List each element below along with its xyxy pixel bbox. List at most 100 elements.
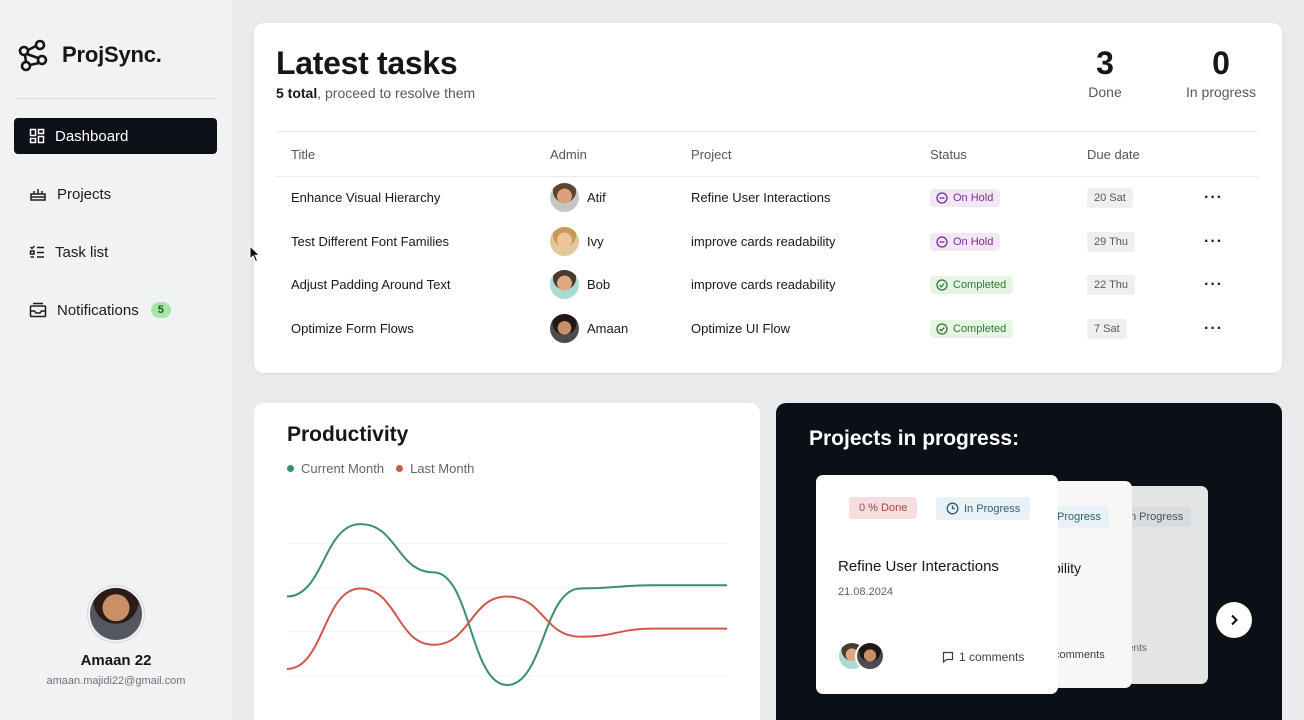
project-name: Refine User Interactions xyxy=(838,558,999,575)
check-circle-icon xyxy=(936,322,948,335)
sidebar: ProjSync. Dashboard Projects Task list N… xyxy=(0,0,232,720)
dashboard-icon xyxy=(29,128,45,144)
task-project: improve cards readability xyxy=(691,277,836,292)
task-status: On Hold xyxy=(930,176,1001,219)
project-comments-label: 1 comments xyxy=(959,650,1025,664)
table-row[interactable]: Test Different Font Families Ivy improve… xyxy=(276,220,1259,263)
stat-in-progress-value: 0 xyxy=(1212,45,1230,81)
avatar xyxy=(88,586,144,642)
chevron-right-icon xyxy=(1231,614,1238,626)
series-line-current-month xyxy=(286,523,727,687)
task-admin: Bob xyxy=(550,263,610,306)
brand-name: ProjSync. xyxy=(62,42,162,67)
task-title: Test Different Font Families xyxy=(291,234,449,249)
row-more-button[interactable]: ··· xyxy=(1204,307,1223,350)
task-status: On Hold xyxy=(930,220,1001,263)
admin-name: Atif xyxy=(587,190,606,205)
project-date: 21.08.2024 xyxy=(838,586,894,598)
table-row[interactable]: Enhance Visual Hierarchy Atif Refine Use… xyxy=(276,176,1259,219)
task-due: 29 Thu xyxy=(1087,220,1136,263)
admin-avatar xyxy=(550,183,579,212)
due-date-pill: 22 Thu xyxy=(1087,274,1136,295)
brand-logo[interactable]: ProjSync. xyxy=(16,38,162,72)
column-header-admin: Admin xyxy=(550,147,587,162)
latest-tasks-card: Latest tasks 5 total, proceed to resolve… xyxy=(254,23,1282,373)
task-project: Optimize UI Flow xyxy=(691,321,790,336)
status-badge: Completed xyxy=(930,275,1014,294)
table-row[interactable]: Optimize Form Flows Amaan Optimize UI Fl… xyxy=(276,307,1259,350)
legend-item-last-month[interactable]: Last Month xyxy=(396,461,474,476)
task-admin: Atif xyxy=(550,176,606,219)
task-project: improve cards readability xyxy=(691,234,836,249)
legend-label: Current Month xyxy=(301,461,385,476)
brand-icon xyxy=(18,39,48,72)
productivity-title: Productivity xyxy=(287,423,409,446)
sidebar-item-label: Dashboard xyxy=(55,127,129,145)
task-admin: Amaan xyxy=(550,307,628,350)
sidebar-item-label: Projects xyxy=(57,185,112,203)
project-card[interactable]: 0 % Done In Progress Refine User Interac… xyxy=(816,475,1058,694)
project-comments: comments xyxy=(1054,649,1105,661)
sidebar-item-projects[interactable]: Projects xyxy=(14,176,217,212)
sidebar-item-dashboard[interactable]: Dashboard xyxy=(14,118,217,154)
task-status: Completed xyxy=(930,263,1014,306)
on-hold-icon xyxy=(936,191,948,204)
sidebar-item-notifications[interactable]: Notifications 5 xyxy=(14,292,217,328)
series-line-last-month xyxy=(286,587,727,670)
task-title: Enhance Visual Hierarchy xyxy=(291,190,441,205)
tasks-subtitle: 5 total, proceed to resolve them xyxy=(276,85,475,101)
legend-label: Last Month xyxy=(410,461,475,476)
task-admin: Ivy xyxy=(550,220,604,263)
sidebar-item-label: Notifications xyxy=(57,301,139,319)
projects-title: Projects in progress: xyxy=(809,427,1020,450)
task-status: Completed xyxy=(930,307,1014,350)
project-comments[interactable]: 1 comments xyxy=(942,650,1024,664)
task-due: 7 Sat xyxy=(1087,307,1127,350)
sidebar-nav: Dashboard Projects Task list Notificatio… xyxy=(14,118,217,350)
due-date-pill: 29 Thu xyxy=(1087,231,1136,252)
column-header-due-date: Due date xyxy=(1087,147,1140,162)
legend-item-current-month[interactable]: Current Month xyxy=(287,461,384,476)
sidebar-item-task-list[interactable]: Task list xyxy=(14,234,217,270)
admin-avatar xyxy=(550,227,579,256)
task-project: Refine User Interactions xyxy=(691,190,831,205)
status-label: Completed xyxy=(953,278,1007,291)
task-title: Optimize Form Flows xyxy=(291,321,414,336)
page-title: Latest tasks xyxy=(276,45,458,81)
notification-count-badge: 5 xyxy=(150,302,171,318)
row-more-button[interactable]: ··· xyxy=(1204,176,1223,219)
status-label: On Hold xyxy=(953,191,994,204)
admin-avatar xyxy=(550,270,579,299)
user-profile[interactable]: Amaan 22 amaan.majidi22@gmail.com xyxy=(0,586,232,687)
column-header-project: Project xyxy=(691,147,732,162)
stat-done-value: 3 xyxy=(1096,45,1114,81)
table-row[interactable]: Adjust Padding Around Text Bob improve c… xyxy=(276,263,1259,306)
admin-name: Ivy xyxy=(587,234,604,249)
due-date-pill: 7 Sat xyxy=(1087,318,1127,339)
stat-done-label: Done xyxy=(1088,84,1122,100)
projects-in-progress-card: Projects in progress: n Progress ents Pr… xyxy=(776,403,1282,720)
project-status-chip: Progress xyxy=(1053,506,1110,528)
project-card[interactable]: n Progress ents xyxy=(1126,486,1208,684)
comment-icon xyxy=(942,651,954,663)
chart-legend: Current Month Last Month xyxy=(287,461,474,476)
task-due: 22 Thu xyxy=(1087,263,1136,306)
productivity-card: Productivity Current Month Last Month xyxy=(254,403,760,720)
mouse-cursor-icon xyxy=(249,245,261,263)
status-label: Completed xyxy=(953,322,1007,335)
project-card[interactable]: Progress bility comments xyxy=(1053,481,1132,688)
project-members xyxy=(837,641,885,671)
project-status-chip: In Progress xyxy=(936,497,1031,520)
project-progress-chip: 0 % Done xyxy=(849,497,918,519)
project-status-label: In Progress xyxy=(964,502,1021,515)
on-hold-icon xyxy=(936,235,948,248)
admin-name: Amaan xyxy=(587,321,629,336)
stat-in-progress-label: In progress xyxy=(1185,84,1257,100)
row-more-button[interactable]: ··· xyxy=(1204,220,1223,263)
next-project-button[interactable] xyxy=(1216,602,1252,638)
sidebar-item-label: Task list xyxy=(55,243,109,261)
row-more-button[interactable]: ··· xyxy=(1204,263,1223,306)
avatar xyxy=(855,641,885,671)
stat-in-progress: 0 In progress xyxy=(1180,45,1262,100)
tasks-subtitle-rest: , proceed to resolve them xyxy=(317,85,476,101)
